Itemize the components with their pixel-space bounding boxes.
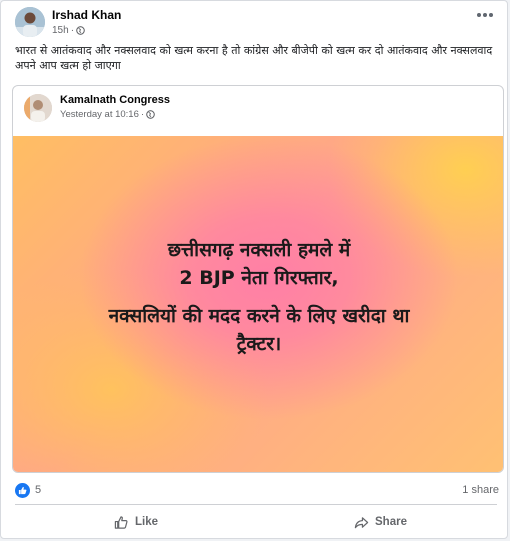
like-count[interactable]: 5 xyxy=(35,484,41,496)
post-banner: छत्तीसगढ़ नक्सली हमले में 2 BJP नेता गिर… xyxy=(13,136,503,472)
shared-post[interactable]: Kamalnath Congress Yesterday at 10:16 · … xyxy=(12,85,504,473)
shared-post-meta: Yesterday at 10:16 · xyxy=(60,109,155,120)
share-button-label: Share xyxy=(375,516,407,528)
more-options-icon[interactable] xyxy=(477,13,493,19)
post-card: Irshad Khan 15h · भारत से आतंकवाद और नक्… xyxy=(0,0,508,539)
post-time[interactable]: 15h xyxy=(52,25,69,36)
meta-separator: · xyxy=(70,25,75,36)
author-avatar[interactable] xyxy=(15,7,45,37)
banner-line: नक्सलियों की मदद करने के लिए खरीदा था xyxy=(108,305,410,327)
like-reaction-icon[interactable] xyxy=(15,483,30,498)
like-button[interactable]: Like xyxy=(114,511,158,533)
banner-text: छत्तीसगढ़ नक्सली हमले में 2 BJP नेता गिर… xyxy=(13,236,503,358)
like-button-label: Like xyxy=(135,516,159,528)
banner-line: छत्तीसगढ़ नक्सली हमले में xyxy=(167,239,351,261)
post-text: भारत से आतंकवाद और नक्सलवाद को खत्म करना… xyxy=(15,44,493,72)
shared-meta-separator: · xyxy=(140,109,145,120)
shared-page-name[interactable]: Kamalnath Congress xyxy=(60,94,170,106)
shared-post-time[interactable]: Yesterday at 10:16 xyxy=(60,109,139,120)
thumbs-up-icon xyxy=(114,515,128,529)
banner-line: 2 BJP नेता गिरफ्तार, xyxy=(179,267,339,289)
post-meta: 15h · xyxy=(52,25,85,36)
divider xyxy=(15,504,497,505)
shared-page-avatar[interactable] xyxy=(24,94,52,122)
banner-line: ट्रैक्टर। xyxy=(236,333,282,355)
author-name[interactable]: Irshad Khan xyxy=(52,8,121,22)
globe-icon xyxy=(76,26,85,35)
reaction-counts: 5 1 share xyxy=(15,481,499,499)
share-arrow-icon xyxy=(354,516,369,528)
share-button[interactable]: Share xyxy=(354,511,407,533)
globe-icon xyxy=(146,110,155,119)
share-count[interactable]: 1 share xyxy=(462,484,499,496)
